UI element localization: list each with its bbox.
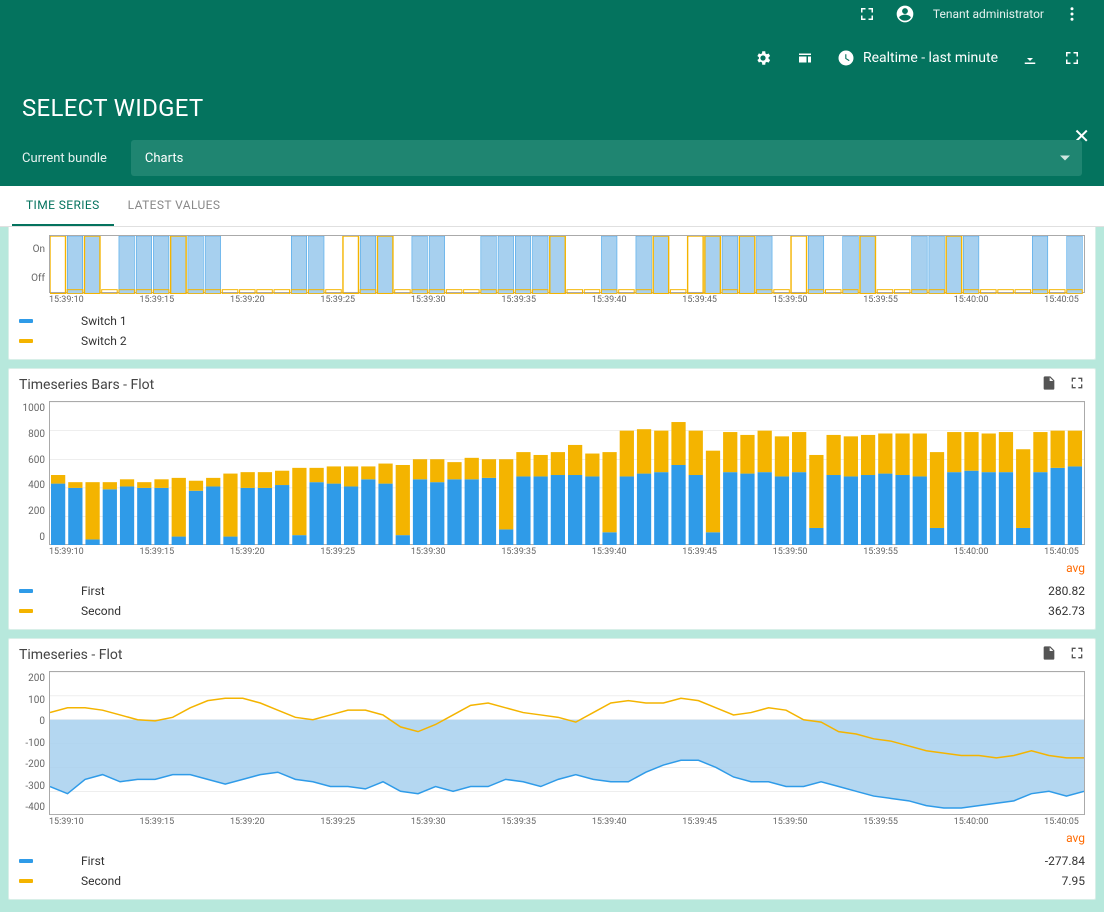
card-title: Timeseries Bars - Flot <box>19 377 1085 393</box>
export-icon[interactable] <box>1041 645 1057 665</box>
legend-item: Second 362.73 <box>19 601 1085 621</box>
fullscreen-icon[interactable] <box>1069 645 1085 665</box>
onoff-chart <box>49 235 1085 293</box>
devices-icon[interactable] <box>795 48 815 68</box>
tab-time-series[interactable]: TIME SERIES <box>12 186 114 226</box>
bars-legend: First 280.82 Second 362.73 <box>19 581 1085 621</box>
fullscreen-icon[interactable] <box>1069 375 1085 395</box>
fullscreen-icon[interactable] <box>1062 48 1082 68</box>
select-widget-bar: SELECT WIDGET ✕ <box>0 78 1104 136</box>
line-legend: First -277.84 Second 7.95 <box>19 851 1085 891</box>
x-axis: 15:39:1015:39:1515:39:2015:39:2515:39:30… <box>19 545 1085 557</box>
bars-chart <box>49 401 1085 545</box>
legend-item: First -277.84 <box>19 851 1085 871</box>
swatch-icon <box>19 589 33 593</box>
app-header: Tenant administrator Realtime - last min… <box>0 0 1104 78</box>
swatch-icon <box>19 879 33 883</box>
line-chart <box>49 671 1085 815</box>
swatch-icon <box>19 859 33 863</box>
export-icon[interactable] <box>1041 375 1057 395</box>
card-title: Timeseries - Flot <box>19 647 1085 663</box>
x-axis: 15:39:1015:39:1515:39:2015:39:2515:39:30… <box>19 815 1085 827</box>
swatch-icon <box>19 319 33 323</box>
legend-item: Switch 1 <box>19 311 1085 331</box>
bundle-value: Charts <box>145 151 183 166</box>
tab-latest-values[interactable]: LATEST VALUES <box>114 186 235 226</box>
avg-header: avg <box>19 561 1085 575</box>
x-axis: 15:39:1015:39:1515:39:2015:39:2515:39:30… <box>19 293 1085 305</box>
bundle-select[interactable]: Charts <box>131 140 1082 176</box>
bundle-row: Current bundle Charts <box>0 136 1104 186</box>
realtime-selector[interactable]: Realtime - last minute <box>837 49 998 67</box>
chevron-down-icon <box>1060 156 1070 161</box>
settings-icon[interactable] <box>753 48 773 68</box>
swatch-icon <box>19 339 33 343</box>
tabs-row: TIME SERIES LATEST VALUES <box>0 186 1104 227</box>
download-icon[interactable] <box>1020 48 1040 68</box>
legend-item: Second 7.95 <box>19 871 1085 891</box>
legend-item: First 280.82 <box>19 581 1085 601</box>
more-vert-icon[interactable] <box>1062 4 1082 24</box>
widget-onoff[interactable]: On Off 15:39:1015:39:1515:39:2015:39:251… <box>8 227 1096 360</box>
avg-header: avg <box>19 831 1085 845</box>
user-avatar-icon[interactable] <box>895 4 915 24</box>
realtime-label: Realtime - last minute <box>863 50 998 66</box>
page-body: On Off 15:39:1015:39:1515:39:2015:39:251… <box>0 227 1104 912</box>
user-label: Tenant administrator <box>933 7 1044 21</box>
bundle-label: Current bundle <box>22 151 107 166</box>
legend-item: Switch 2 <box>19 331 1085 351</box>
widget-bars[interactable]: Timeseries Bars - Flot 10008006004002000… <box>8 368 1096 630</box>
select-widget-title: SELECT WIDGET <box>22 94 1082 122</box>
swatch-icon <box>19 609 33 613</box>
widget-line[interactable]: Timeseries - Flot 2001000-100-200-300-40… <box>8 638 1096 900</box>
y-tick: Off <box>31 273 45 284</box>
onoff-legend: Switch 1 Switch 2 <box>19 311 1085 351</box>
clock-icon <box>837 49 855 67</box>
y-tick: On <box>33 244 45 255</box>
fullscreen-small-icon[interactable] <box>857 4 877 24</box>
